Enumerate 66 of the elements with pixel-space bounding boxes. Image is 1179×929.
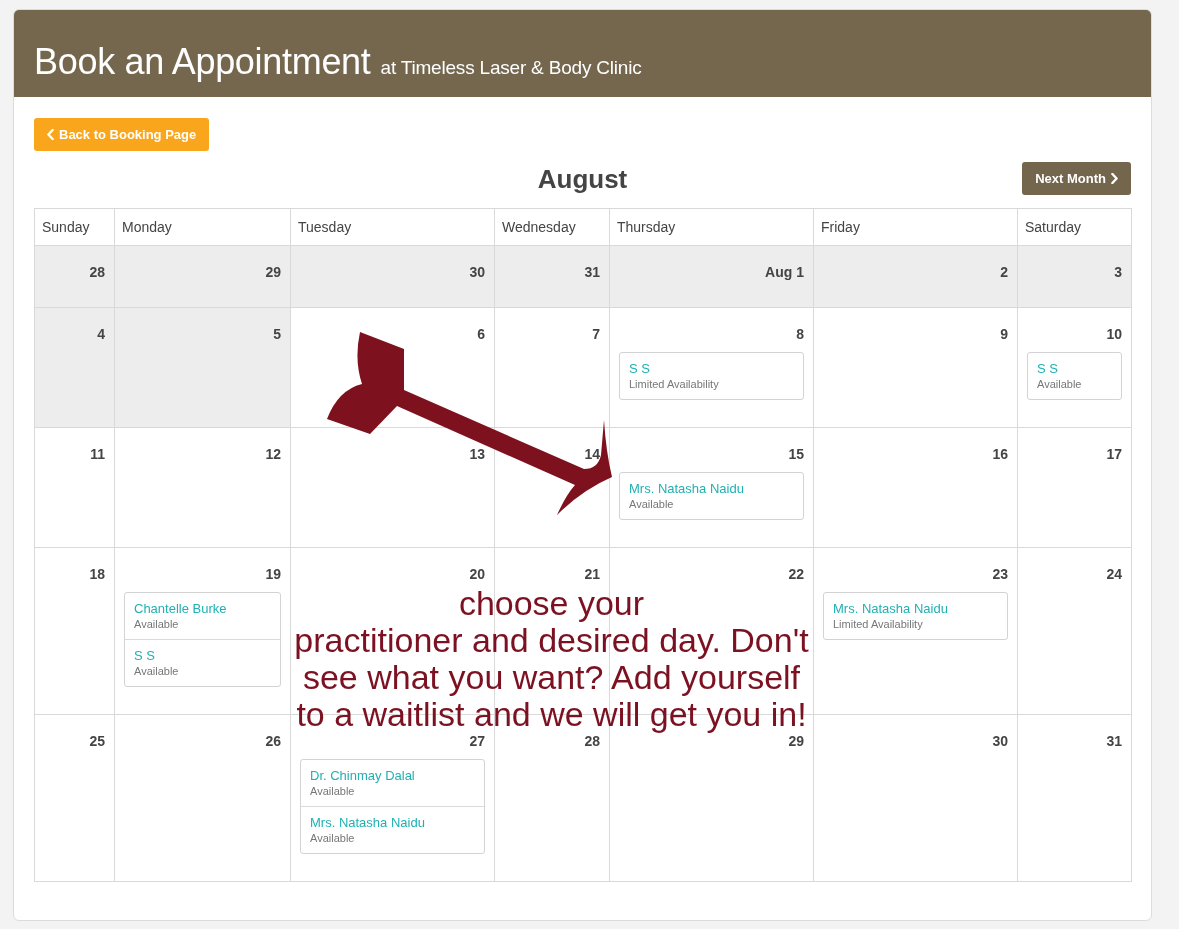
practitioner-link[interactable]: S S [629, 361, 650, 377]
day-number: 4 [97, 326, 105, 342]
day-number: 7 [592, 326, 600, 342]
day-number: 13 [469, 446, 485, 462]
day-number: 31 [584, 264, 600, 280]
day-number: 15 [788, 446, 804, 462]
month-title: August [537, 163, 628, 194]
weekday-header: Sunday [34, 208, 115, 246]
day-number: 27 [469, 733, 485, 749]
day-number: 10 [1106, 326, 1122, 342]
clinic-name: at Timeless Laser & Body Clinic [380, 56, 642, 80]
day-number: 17 [1106, 446, 1122, 462]
day-number: 24 [1106, 566, 1122, 582]
practitioner-link[interactable]: Mrs. Natasha Naidu [833, 601, 948, 617]
day-number: 26 [265, 733, 281, 749]
availability-status: Available [310, 831, 355, 845]
day-number: 14 [584, 446, 600, 462]
day-number: 30 [469, 264, 485, 280]
availability-status: Available [1037, 377, 1082, 391]
day-number: 28 [584, 733, 600, 749]
day-number: 9 [1000, 326, 1008, 342]
practitioner-link[interactable]: Mrs. Natasha Naidu [310, 815, 425, 831]
next-month-button[interactable]: Next Month [1022, 162, 1131, 195]
day-number: 31 [1106, 733, 1122, 749]
day-number: Aug 1 [765, 264, 804, 280]
weekday-header: Wednesday [494, 208, 610, 246]
chevron-left-icon [47, 129, 54, 140]
practitioner-link[interactable]: Chantelle Burke [134, 601, 227, 617]
day-number: 28 [89, 264, 105, 280]
day-number: 19 [265, 566, 281, 582]
day-number: 8 [796, 326, 804, 342]
weekday-header: Thursday [609, 208, 814, 246]
weekday-header: Saturday [1017, 208, 1132, 246]
practitioner-link[interactable]: S S [1037, 361, 1058, 377]
day-number: 30 [992, 733, 1008, 749]
day-number: 16 [992, 446, 1008, 462]
day-number: 12 [265, 446, 281, 462]
practitioner-link[interactable]: Dr. Chinmay Dalal [310, 768, 415, 784]
day-number: 25 [89, 733, 105, 749]
day-number: 22 [788, 566, 804, 582]
weekday-header: Tuesday [290, 208, 495, 246]
day-number: 5 [273, 326, 281, 342]
practitioner-link[interactable]: Mrs. Natasha Naidu [629, 481, 744, 497]
availability-status: Limited Availability [629, 377, 719, 391]
day-number: 11 [90, 446, 105, 462]
day-number: 23 [992, 566, 1008, 582]
availability-status: Available [629, 497, 674, 511]
weekday-header: Monday [114, 208, 291, 246]
weekday-header: Friday [813, 208, 1018, 246]
day-number: 2 [1000, 264, 1008, 280]
back-button[interactable]: Back to Booking Page [34, 118, 210, 151]
day-number: 20 [469, 566, 485, 582]
day-number: 3 [1114, 264, 1122, 280]
availability-status: Available [134, 617, 179, 631]
page-title: Book an Appointment [34, 42, 371, 82]
annotation-text: choose your practitioner and desired day. Don't see what you want? Add yourself to a waitlist and we will get you in! [293, 585, 810, 733]
availability-status: Available [310, 784, 355, 798]
day-number: 29 [265, 264, 281, 280]
chevron-right-icon [1111, 173, 1118, 184]
availability-status: Limited Availability [833, 617, 923, 631]
availability-status: Available [134, 664, 179, 678]
day-number: 29 [788, 733, 804, 749]
practitioner-link[interactable]: S S [134, 648, 155, 664]
day-number: 6 [477, 326, 485, 342]
day-number: 18 [89, 566, 105, 582]
day-number: 21 [584, 566, 600, 582]
